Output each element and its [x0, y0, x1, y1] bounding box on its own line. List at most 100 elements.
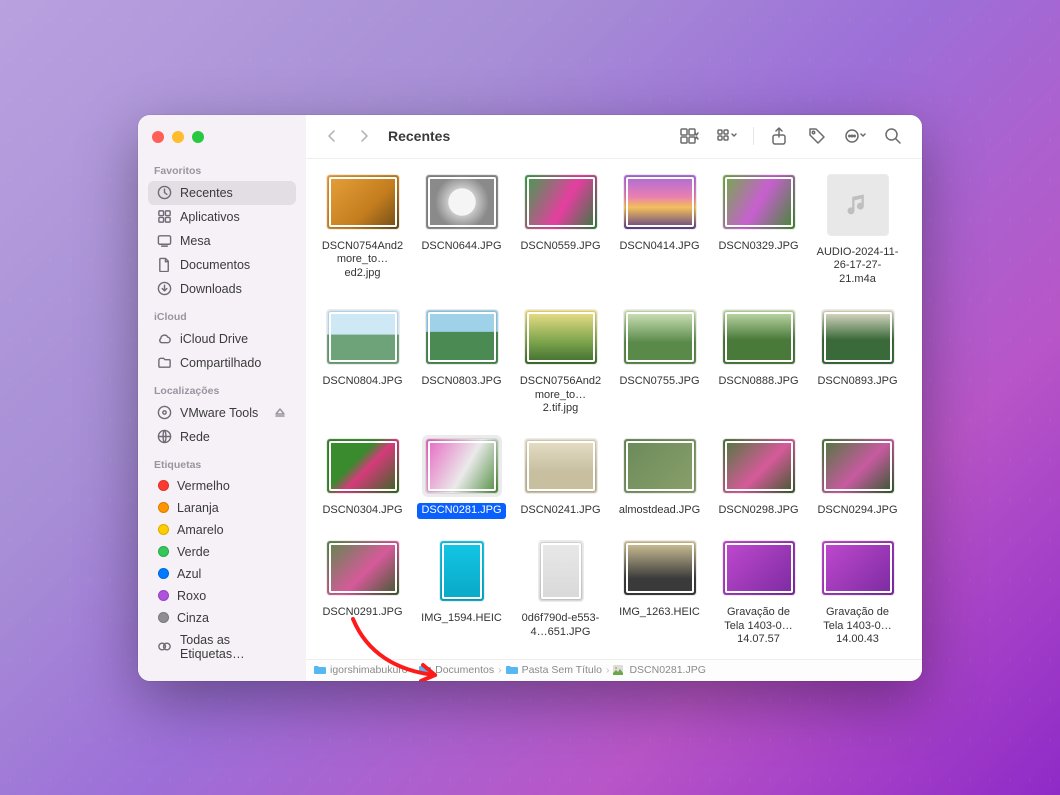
sidebar-item-documentos[interactable]: Documentos: [148, 253, 296, 277]
thumbnail-wrap: [620, 171, 700, 233]
sidebar-item-cinza[interactable]: Cinza: [148, 607, 296, 629]
image-thumbnail: [822, 439, 894, 493]
image-thumbnail: [539, 541, 583, 601]
file-item[interactable]: DSCN0893.JPG: [811, 306, 904, 417]
path-crumb[interactable]: Pasta Sem Título: [506, 664, 602, 676]
thumbnail-wrap: [719, 435, 799, 497]
path-crumb[interactable]: DSCN0281.JPG: [613, 664, 705, 676]
eject-icon[interactable]: [272, 405, 288, 421]
image-file-icon: [613, 665, 625, 675]
sidebar-item-label: Cinza: [177, 611, 209, 625]
thumbnail-wrap: [521, 435, 601, 497]
file-item[interactable]: DSCN0329.JPG: [712, 171, 805, 288]
file-item[interactable]: DSCN0291.JPG: [316, 537, 409, 648]
file-name: IMG_1594.HEIC: [417, 611, 506, 627]
image-thumbnail: [822, 310, 894, 364]
sidebar-item-label: Compartilhado: [180, 356, 261, 370]
folder-icon: [419, 665, 431, 675]
file-item[interactable]: DSCN0281.JPG: [415, 435, 508, 519]
file-name: DSCN0804.JPG: [318, 374, 406, 390]
path-crumb-label: igorshimabukuro: [330, 664, 408, 676]
file-name: DSCN0294.JPG: [813, 503, 901, 519]
file-item[interactable]: AUDIO-2024-11-26-17-27-21.m4a: [811, 171, 904, 288]
sidebar-item-vmware-tools[interactable]: VMware Tools: [148, 401, 296, 425]
thumbnail-wrap: [818, 435, 898, 497]
file-item[interactable]: DSCN0414.JPG: [613, 171, 706, 288]
sidebar-item-verde[interactable]: Verde: [148, 541, 296, 563]
file-name: DSCN0644.JPG: [417, 239, 505, 255]
sidebar-item-compartilhado[interactable]: Compartilhado: [148, 351, 296, 375]
file-item[interactable]: DSCN0754And2more_to…ed2.jpg: [316, 171, 409, 288]
sidebar-item-recentes[interactable]: Recentes: [148, 181, 296, 205]
sidebar-item-todas-as-etiquetas-[interactable]: Todas as Etiquetas…: [148, 629, 296, 665]
file-item[interactable]: DSCN0294.JPG: [811, 435, 904, 519]
maximize-window-button[interactable]: [192, 131, 204, 143]
thumbnail-wrap: [323, 171, 403, 233]
sidebar-item-rede[interactable]: Rede: [148, 425, 296, 449]
file-name: DSCN0559.JPG: [516, 239, 604, 255]
back-button[interactable]: [320, 124, 344, 148]
share-button[interactable]: [764, 123, 794, 149]
image-thumbnail: [624, 541, 696, 595]
image-thumbnail: [822, 541, 894, 595]
image-thumbnail: [327, 310, 399, 364]
close-window-button[interactable]: [152, 131, 164, 143]
file-item[interactable]: DSCN0888.JPG: [712, 306, 805, 417]
sidebar-item-roxo[interactable]: Roxo: [148, 585, 296, 607]
view-mode-button[interactable]: [675, 123, 705, 149]
tag-color-dot: [158, 546, 169, 557]
sidebar-item-label: Azul: [177, 567, 201, 581]
path-crumb[interactable]: Documentos: [419, 664, 494, 676]
sidebar-item-label: Aplicativos: [180, 210, 240, 224]
sidebar-item-laranja[interactable]: Laranja: [148, 497, 296, 519]
file-item[interactable]: 0d6f790d-e553-4…651.JPG: [514, 537, 607, 648]
sidebar-item-vermelho[interactable]: Vermelho: [148, 475, 296, 497]
file-item[interactable]: DSCN0755.JPG: [613, 306, 706, 417]
cloud-icon: [156, 331, 172, 347]
file-item[interactable]: IMG_1263.HEIC: [613, 537, 706, 648]
sidebar-item-azul[interactable]: Azul: [148, 563, 296, 585]
file-item[interactable]: Gravação de Tela 1403-0…14.00.43: [811, 537, 904, 648]
file-item[interactable]: DSCN0644.JPG: [415, 171, 508, 288]
file-item[interactable]: DSCN0804.JPG: [316, 306, 409, 417]
sidebar-item-amarelo[interactable]: Amarelo: [148, 519, 296, 541]
tag-color-dot: [158, 590, 169, 601]
file-name: DSCN0893.JPG: [813, 374, 901, 390]
sidebar-item-icloud-drive[interactable]: iCloud Drive: [148, 327, 296, 351]
file-item[interactable]: DSCN0298.JPG: [712, 435, 805, 519]
file-item[interactable]: Gravação de Tela 1403-0…14.07.57: [712, 537, 805, 648]
file-name: DSCN0888.JPG: [714, 374, 802, 390]
path-crumb[interactable]: igorshimabukuro: [314, 664, 408, 676]
file-name: DSCN0754And2more_to…ed2.jpg: [317, 239, 409, 282]
file-item[interactable]: IMG_1594.HEIC: [415, 537, 508, 648]
search-button[interactable]: [878, 123, 908, 149]
image-thumbnail: [525, 439, 597, 493]
thumbnail-wrap: [323, 435, 403, 497]
file-grid-scroll[interactable]: DSCN0754And2more_to…ed2.jpg DSCN0644.JPG D…: [306, 159, 922, 659]
thumbnail-wrap: [535, 537, 587, 605]
file-item[interactable]: almostdead.JPG: [613, 435, 706, 519]
file-item[interactable]: DSCN0803.JPG: [415, 306, 508, 417]
image-thumbnail: [327, 175, 399, 229]
sidebar-item-aplicativos[interactable]: Aplicativos: [148, 205, 296, 229]
tags-button[interactable]: [802, 123, 832, 149]
file-item[interactable]: DSCN0559.JPG: [514, 171, 607, 288]
audio-thumbnail: [828, 175, 888, 235]
thumbnail-wrap: [521, 171, 601, 233]
sidebar-item-downloads[interactable]: Downloads: [148, 277, 296, 301]
minimize-window-button[interactable]: [172, 131, 184, 143]
sort-button[interactable]: [713, 123, 743, 149]
file-item[interactable]: DSCN0241.JPG: [514, 435, 607, 519]
file-item[interactable]: DSCN0756And2more_to…2.tif.jpg: [514, 306, 607, 417]
path-crumb-label: Pasta Sem Título: [522, 664, 602, 676]
tag-color-dot: [158, 612, 169, 623]
chevron-right-icon: ›: [606, 664, 610, 676]
chevron-right-icon: ›: [498, 664, 502, 676]
sidebar-item-mesa[interactable]: Mesa: [148, 229, 296, 253]
tag-color-dot: [158, 568, 169, 579]
file-item[interactable]: DSCN0304.JPG: [316, 435, 409, 519]
actions-button[interactable]: [840, 123, 870, 149]
shared-icon: [156, 355, 172, 371]
thumbnail-wrap: [620, 537, 700, 599]
forward-button[interactable]: [352, 124, 376, 148]
